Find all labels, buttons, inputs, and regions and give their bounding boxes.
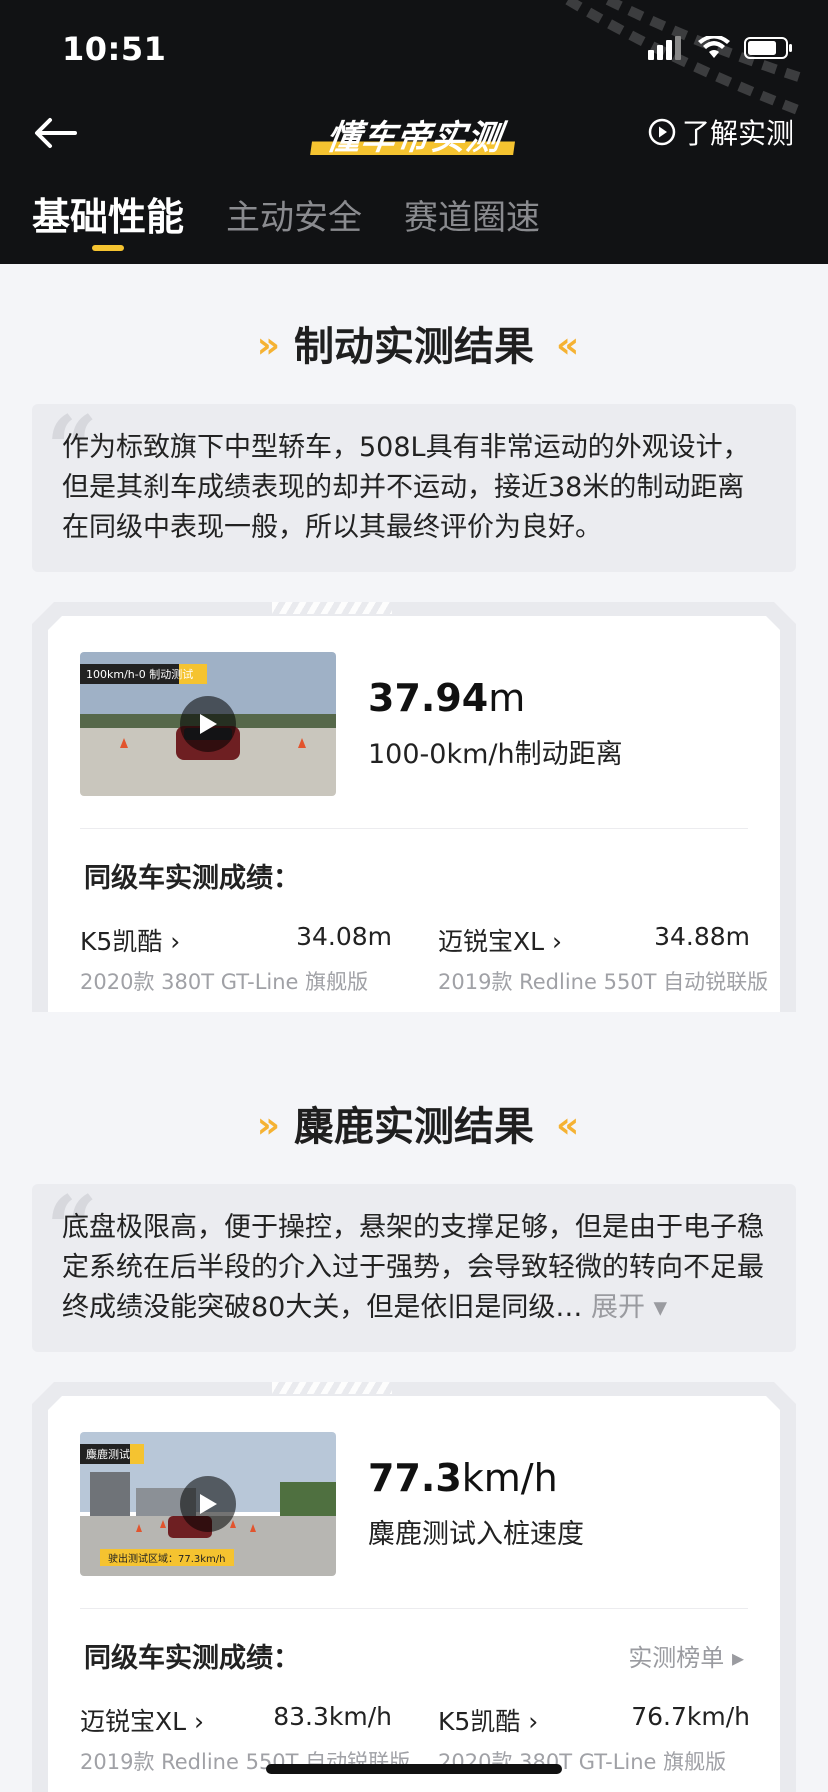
moose-video-tag: 麋鹿测试 bbox=[80, 1444, 144, 1464]
card-divider bbox=[80, 1608, 748, 1609]
peer-results-title: 同级车实测成绩： bbox=[84, 863, 300, 894]
peer-car-value: 34.88m bbox=[654, 922, 750, 951]
signal-icon bbox=[648, 36, 681, 60]
learn-test-label: 了解实测 bbox=[681, 117, 794, 150]
braking-result-card: 100km/h-0 制动测试 37.94m 100-0km/h制动距离 同级车实… bbox=[48, 616, 780, 1012]
frame-notch-decor bbox=[272, 602, 392, 614]
peer-car-k5[interactable]: K5凯酷 › 34.08m 2020款 380T GT-Line 旗舰版 bbox=[80, 922, 392, 996]
chevron-right-decor-icon: » bbox=[256, 325, 280, 366]
learn-test-button[interactable]: 了解实测 bbox=[648, 112, 794, 152]
moose-result-card: 麋鹿测试 驶出测试区域：77.3km/h 77.3km/h 麋鹿测试入桩速度 同… bbox=[48, 1396, 780, 1792]
tab-bar: 基础性能 主动安全 赛道圈速 bbox=[32, 190, 540, 261]
braking-video-tag: 100km/h-0 制动测试 bbox=[80, 664, 208, 684]
peer-car-trim: 2019款 Redline 550T 自动锐联版 bbox=[438, 970, 769, 994]
tab-active-safety[interactable]: 主动安全 bbox=[226, 190, 362, 261]
test-ranking-link[interactable]: 实测榜单 ▸ bbox=[628, 1638, 744, 1673]
wifi-icon bbox=[698, 36, 730, 58]
home-indicator[interactable] bbox=[266, 1764, 562, 1774]
braking-section-title: » 制动实测结果 « bbox=[0, 314, 828, 372]
peer-car-trim: 2020款 380T GT-Line 旗舰版 bbox=[80, 970, 369, 994]
play-icon bbox=[180, 696, 236, 752]
peer-car-value: 34.08m bbox=[296, 922, 392, 951]
braking-distance-value: 37.94m bbox=[368, 676, 525, 720]
moose-video-thumbnail[interactable]: 麋鹿测试 驶出测试区域：77.3km/h bbox=[80, 1432, 336, 1576]
top-header: 10:51 懂车帝实测 了解实测 基础性能 主动安全 赛道圈速 bbox=[0, 0, 828, 264]
chevron-right-decor-icon: » bbox=[256, 1105, 280, 1146]
battery-icon bbox=[744, 37, 792, 59]
card-divider bbox=[80, 828, 748, 829]
peer-car-value: 83.3km/h bbox=[273, 1702, 392, 1731]
moose-speed-unit: km/h bbox=[461, 1456, 558, 1500]
brand-title: 懂车帝实测 bbox=[308, 106, 520, 163]
braking-description-box: “ 作为标致旗下中型轿车，508L具有非常运动的外观设计，但是其刹车成绩表现的却… bbox=[32, 404, 796, 572]
chevron-left-decor-icon: « bbox=[556, 325, 579, 366]
braking-title-text: 制动实测结果 bbox=[294, 324, 534, 370]
moose-speed-label: 麋鹿测试入桩速度 bbox=[368, 1519, 584, 1550]
status-time: 10:51 bbox=[62, 30, 167, 68]
moose-speed-number: 77.3 bbox=[368, 1456, 462, 1500]
tab-track-lap[interactable]: 赛道圈速 bbox=[404, 190, 540, 261]
moose-title-text: 麋鹿实测结果 bbox=[294, 1104, 534, 1150]
play-circle-icon bbox=[648, 118, 676, 146]
play-icon bbox=[180, 1476, 236, 1532]
braking-description: 作为标致旗下中型轿车，508L具有非常运动的外观设计，但是其刹车成绩表现的却并不… bbox=[62, 432, 750, 543]
moose-section-title: » 麋鹿实测结果 « bbox=[0, 1094, 828, 1152]
moose-description-wrap: 底盘极限高，便于操控，悬架的支撑足够，但是由于电子稳定系统在后半段的介入过于强势… bbox=[62, 1208, 766, 1328]
peer-car-value: 76.7km/h bbox=[631, 1702, 750, 1731]
peer-results-title: 同级车实测成绩： bbox=[84, 1643, 300, 1674]
moose-video-badge: 驶出测试区域：77.3km/h bbox=[100, 1549, 234, 1566]
moose-description-box: “ 底盘极限高，便于操控，悬架的支撑足够，但是由于电子稳定系统在后半段的介入过于… bbox=[32, 1184, 796, 1352]
chevron-left-decor-icon: « bbox=[556, 1105, 579, 1146]
braking-video-thumbnail[interactable]: 100km/h-0 制动测试 bbox=[80, 652, 336, 796]
braking-distance-unit: m bbox=[488, 676, 526, 720]
expand-button[interactable]: 展开 ▾ bbox=[591, 1292, 667, 1323]
decorative-stripes bbox=[565, 0, 808, 115]
frame-notch-decor bbox=[272, 1382, 392, 1394]
moose-speed-value: 77.3km/h bbox=[368, 1456, 558, 1500]
braking-distance-label: 100-0km/h制动距离 bbox=[368, 739, 623, 770]
status-icons bbox=[648, 36, 794, 60]
tab-basic-performance[interactable]: 基础性能 bbox=[32, 186, 184, 261]
braking-distance-number: 37.94 bbox=[368, 676, 489, 720]
peer-car-malibu-xl[interactable]: 迈锐宝XL › 34.88m 2019款 Redline 550T 自动锐联版 bbox=[438, 922, 769, 996]
